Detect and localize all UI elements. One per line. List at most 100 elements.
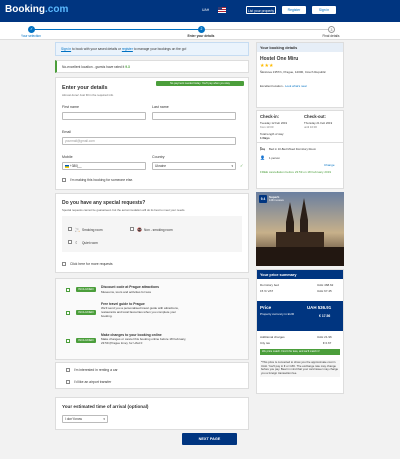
step-2-label: Enter your details <box>187 34 215 38</box>
no-payment-badge: No payment needed today. You'll pay when… <box>156 81 244 86</box>
booking-for-other-checkbox[interactable] <box>62 178 66 182</box>
location-note-text: No-excellent location - guests have rate… <box>62 65 125 69</box>
church-silhouette-icon <box>256 198 344 266</box>
booking-logo[interactable]: Booking.com <box>5 4 68 15</box>
additional-charges-value: UAH 21.96 <box>317 335 332 339</box>
checkout-label: Check-out: <box>304 114 326 119</box>
signin-banner: Sign in to book with your saved details … <box>55 42 249 56</box>
hotel-name: Hostel One Miru <box>260 56 299 62</box>
details-form: No payment needed today. You'll pay when… <box>55 77 249 190</box>
requests-options-box <box>62 216 242 252</box>
checkout-time: until 10:00 <box>304 125 317 129</box>
email-input[interactable]: yourmail@gmail.com <box>62 137 236 145</box>
additional-charges-label: Additional charges <box>260 335 285 339</box>
signin-link[interactable]: Sign in <box>61 47 71 51</box>
price-value: UAH 536.91 <box>307 305 332 310</box>
requests-title: Do you have any special requests? <box>62 200 146 206</box>
change-link[interactable]: Change <box>324 163 335 167</box>
location-score: 9.3 <box>125 65 130 69</box>
chevron-down-icon: ▾ <box>103 417 105 421</box>
price-summary-title: Your price summary <box>257 270 343 279</box>
register-link[interactable]: register <box>122 47 133 51</box>
extra-3-badge: INCLUDED <box>76 338 96 343</box>
check-icon: ✓ <box>240 163 244 168</box>
extra-2-desc: We'll send you a personalised travel gui… <box>101 306 179 318</box>
non-smoking-room-checkbox[interactable] <box>130 227 134 231</box>
vat-price: UAH 67.45 <box>317 289 332 293</box>
car-rental-checkbox[interactable] <box>66 368 70 372</box>
hotel-address: Škrétova 1357/1, Prague, 12000, Czech Re… <box>260 70 326 74</box>
smoking-room-label: Smoking room <box>82 228 103 232</box>
quiet-room-label: Quiet room <box>82 241 98 245</box>
review-count: 1464 reviews <box>269 199 284 202</box>
smoking-icon: 🚬 <box>75 227 80 232</box>
more-requests-label[interactable]: Click here for more requests <box>70 262 113 266</box>
currency-selector[interactable]: UAH <box>202 8 209 12</box>
airport-transfer-checkbox[interactable] <box>66 380 70 384</box>
ukraine-flag-icon <box>65 164 69 168</box>
top-header: Booking.com UAH List your property Regis… <box>0 0 400 22</box>
us-flag-icon[interactable] <box>218 7 226 13</box>
price-match-banner: We price match. Find it for less, and we… <box>260 349 340 355</box>
step-2-dot: 2 <box>198 26 205 33</box>
extra-2-checkbox[interactable] <box>66 311 70 315</box>
arrival-value: I don't know <box>65 417 82 421</box>
booking-for-other-label: I'm making this booking for someone else… <box>70 178 134 182</box>
extra-1-title: Discount code at Prague attractions <box>101 285 160 289</box>
step-3-label: Final details <box>322 34 340 38</box>
arrival-time-section: Your estimated time of arrival (optional… <box>55 397 249 430</box>
extra-1-checkbox[interactable] <box>66 288 70 292</box>
checkin-time: from 13:00 <box>260 125 274 129</box>
register-button[interactable]: Register <box>282 6 306 14</box>
requests-subtitle: Special requests cannot be guaranteed- b… <box>62 208 186 212</box>
signin-text: to book with your saved details or <box>71 47 122 51</box>
country-value: Ukraine <box>155 164 166 168</box>
room-name: Bed in 10-Bed Mixed Dormitory Room <box>269 147 317 151</box>
list-property-button[interactable]: List your property <box>246 6 276 14</box>
form-subtitle: Almost done! Just fill in the required i… <box>62 93 114 97</box>
extra-3-desc: Make changes or cancel this booking onli… <box>101 337 187 345</box>
hotel-stars: ★★★ <box>260 63 274 69</box>
country-select[interactable]: Ukraine ▾ <box>152 162 236 170</box>
airport-transfer-label: I'd like an airport transfer <box>74 380 112 384</box>
stay-details-card: Check-in: Check-out: Tuesday 12 Feb 2019… <box>256 110 344 189</box>
smoking-room-checkbox[interactable] <box>68 227 72 231</box>
sign-in-button[interactable]: Sign in <box>312 6 336 14</box>
location-link[interactable]: Look what's near <box>285 84 307 88</box>
guest-count: 1 person <box>269 156 280 160</box>
location-text: Excellent location - <box>260 84 286 88</box>
price-summary-card: Your price summary Dormitory bed UAH 468… <box>256 269 344 394</box>
first-name-input[interactable] <box>62 112 146 120</box>
more-requests-checkbox[interactable] <box>62 262 66 266</box>
price-eur: € 17.56 <box>319 314 331 318</box>
price-label: Price <box>260 305 272 310</box>
step-1-label: Your selection <box>21 34 41 38</box>
last-name-input[interactable] <box>152 112 236 120</box>
divider <box>257 142 343 143</box>
cancellation-note: FREE cancellation before 23:59 on 18 Feb… <box>260 170 332 174</box>
dorm-label: Dormitory bed <box>260 283 279 287</box>
arrival-title: Your estimated time of arrival (optional… <box>62 404 149 409</box>
non-smoking-room-label: Non - smoking room <box>144 228 173 232</box>
arrival-select[interactable]: I don't know ▾ <box>62 415 108 423</box>
extra-2-badge: INCLUDED <box>76 310 96 315</box>
extra-1-desc: Museums, tours and activities for less <box>101 290 152 294</box>
vat-label: 15 % VAT <box>260 289 274 293</box>
mobile-input[interactable]: +380)__ <box>62 162 146 170</box>
signin-text-end: to manage your bookings on the go! <box>132 47 187 51</box>
first-name-label: First name <box>62 105 79 109</box>
hotel-photo[interactable]: 9.4 Superb 1464 reviews <box>256 192 344 266</box>
quiet-room-checkbox[interactable] <box>68 240 72 244</box>
next-page-button[interactable]: NEXT PAGE <box>182 433 237 445</box>
extra-3-checkbox[interactable] <box>66 339 70 343</box>
checkin-label: Check-in: <box>260 114 280 119</box>
location-note: No-excellent location - guests have rate… <box>55 60 249 73</box>
mobile-code: +380)__ <box>69 164 82 168</box>
total-price-box: Price UAH 536.91 Property currency in EU… <box>257 301 343 331</box>
email-label: Email <box>62 130 71 134</box>
special-requests: Do you have any special requests? Specia… <box>55 193 249 273</box>
progress-line-remaining <box>201 29 331 30</box>
review-score: 9.4 <box>259 195 267 203</box>
mobile-label: Mobile <box>62 155 73 159</box>
chevron-down-icon: ▾ <box>231 164 233 168</box>
